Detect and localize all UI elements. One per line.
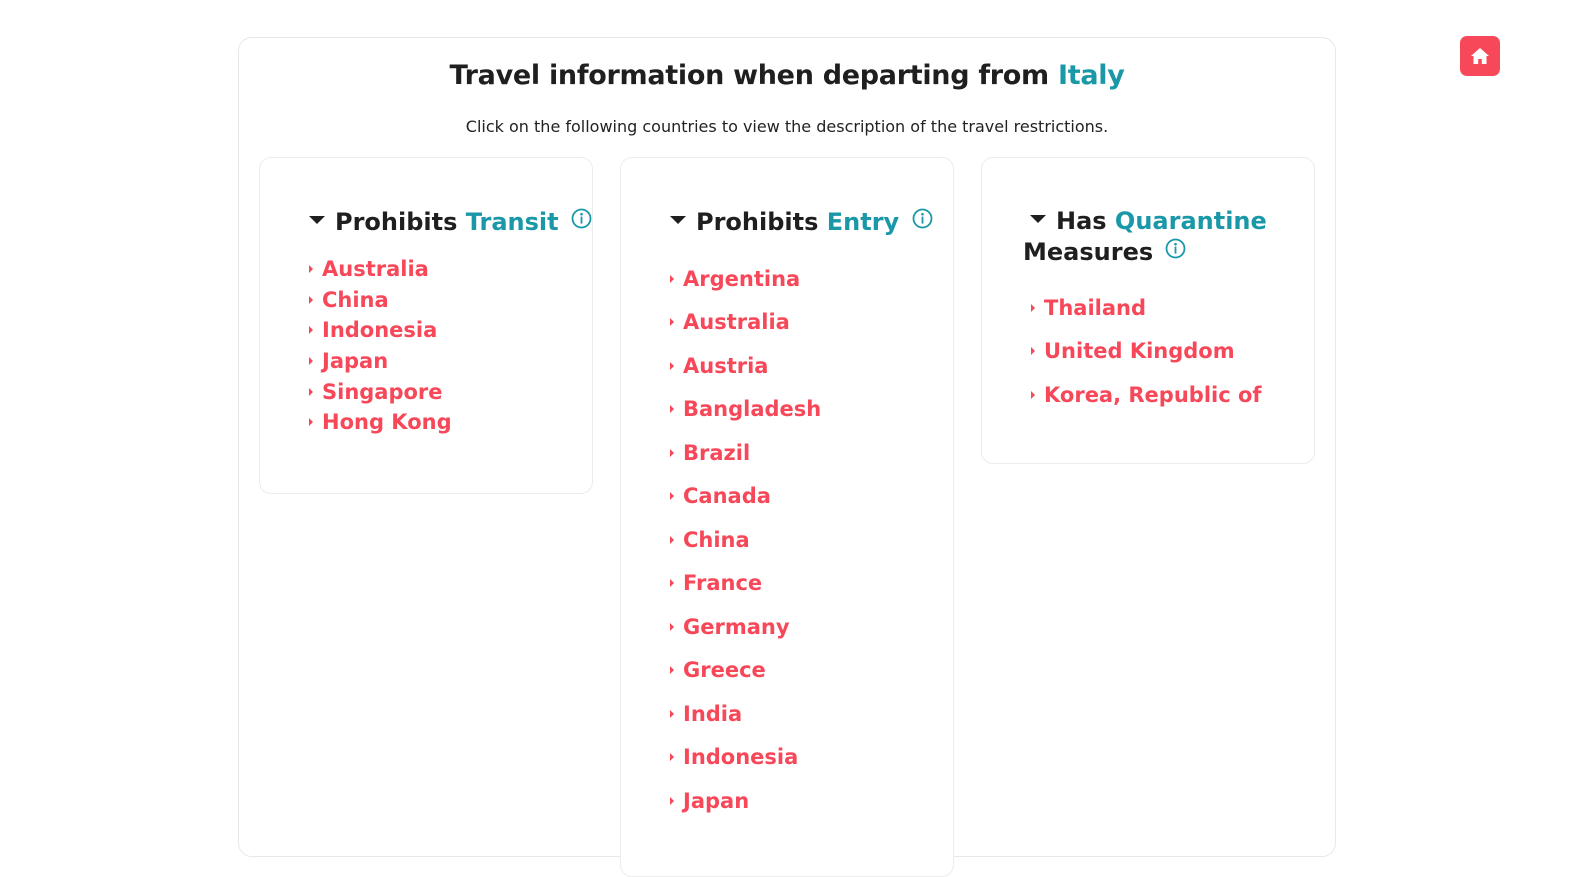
- entry-label-accent: Entry: [826, 208, 900, 236]
- home-icon: [1471, 48, 1489, 64]
- country-link[interactable]: China: [670, 518, 821, 562]
- country-name: Japan: [322, 349, 389, 374]
- country-name: Bangladesh: [683, 397, 822, 422]
- country-name: Brazil: [683, 440, 751, 465]
- country-link[interactable]: Greece: [670, 649, 821, 693]
- caret-right-icon: [670, 579, 674, 588]
- caret-right-icon: [309, 295, 313, 304]
- country-link[interactable]: Canada: [670, 475, 821, 519]
- country-link[interactable]: Austria: [670, 344, 821, 388]
- info-icon[interactable]: [1165, 236, 1186, 267]
- quarantine-label-prefix: Has: [1056, 207, 1115, 235]
- caret-right-icon: [670, 796, 674, 805]
- country-name: China: [322, 287, 389, 312]
- page-title-prefix: Travel information when departing from: [449, 60, 1058, 91]
- country-name: France: [683, 571, 763, 596]
- country-link[interactable]: Japan: [670, 779, 821, 823]
- country-link[interactable]: Japan: [309, 346, 452, 377]
- transit-label-accent: Transit: [465, 208, 559, 236]
- departure-country: Italy: [1057, 60, 1125, 91]
- country-name: Australia: [683, 310, 790, 335]
- info-icon[interactable]: [912, 206, 933, 237]
- caret-right-icon: [309, 387, 313, 396]
- home-button[interactable]: [1460, 36, 1500, 76]
- country-link[interactable]: Brazil: [670, 431, 821, 475]
- country-link[interactable]: Bangladesh: [670, 388, 821, 432]
- quarantine-country-list: Thailand United Kingdom Korea, Republic of: [1031, 286, 1262, 417]
- country-name: Thailand: [1044, 295, 1146, 320]
- page-title: Travel information when departing from I…: [239, 60, 1335, 91]
- caret-down-icon: [670, 216, 686, 224]
- caret-right-icon: [670, 666, 674, 675]
- quarantine-header[interactable]: Has Quarantine Measures: [1023, 206, 1267, 269]
- caret-right-icon: [670, 622, 674, 631]
- country-name: India: [683, 701, 743, 726]
- caret-right-icon: [670, 492, 674, 501]
- country-link[interactable]: Germany: [670, 605, 821, 649]
- country-name: United Kingdom: [1044, 339, 1235, 364]
- country-link[interactable]: Australia: [670, 301, 821, 345]
- country-name: Hong Kong: [322, 410, 452, 435]
- country-link[interactable]: Australia: [309, 254, 452, 285]
- caret-right-icon: [309, 326, 313, 335]
- caret-right-icon: [309, 265, 313, 274]
- country-name: China: [683, 527, 750, 552]
- country-link[interactable]: Hong Kong: [309, 407, 452, 438]
- caret-right-icon: [670, 753, 674, 762]
- page-subtitle: Click on the following countries to view…: [465, 117, 1109, 136]
- caret-right-icon: [670, 448, 674, 457]
- country-link[interactable]: Indonesia: [670, 736, 821, 780]
- country-link[interactable]: India: [670, 692, 821, 736]
- country-link[interactable]: France: [670, 562, 821, 606]
- country-name: Singapore: [322, 379, 443, 404]
- quarantine-card: Has Quarantine Measures Thailand United K…: [981, 157, 1315, 464]
- country-name: Germany: [683, 614, 790, 639]
- entry-card: Prohibits Entry Argentina Australia Austri…: [620, 157, 954, 877]
- country-name: Canada: [683, 484, 771, 509]
- country-name: Indonesia: [683, 745, 799, 770]
- entry-header[interactable]: Prohibits Entry: [670, 207, 933, 239]
- country-link[interactable]: Korea, Republic of: [1031, 373, 1262, 417]
- quarantine-label-suffix: Measures: [1023, 238, 1154, 266]
- caret-right-icon: [1031, 303, 1035, 312]
- caret-right-icon: [670, 318, 674, 327]
- travel-info-panel: Travel information when departing from I…: [238, 37, 1336, 877]
- country-link[interactable]: Thailand: [1031, 286, 1262, 330]
- caret-right-icon: [1031, 347, 1035, 356]
- transit-card: Prohibits Transit Australia China Indonesi…: [259, 157, 593, 494]
- country-name: Korea, Republic of: [1044, 382, 1262, 407]
- country-name: Australia: [322, 257, 429, 282]
- transit-label-prefix: Prohibits: [335, 208, 466, 236]
- caret-right-icon: [670, 361, 674, 370]
- caret-right-icon: [670, 274, 674, 283]
- transit-header[interactable]: Prohibits Transit: [309, 207, 592, 239]
- caret-right-icon: [309, 357, 313, 366]
- country-name: Argentina: [683, 266, 801, 291]
- caret-right-icon: [1031, 390, 1035, 399]
- country-link[interactable]: China: [309, 285, 452, 316]
- info-icon[interactable]: [571, 206, 592, 237]
- caret-right-icon: [309, 418, 313, 427]
- quarantine-label-accent: Quarantine: [1114, 207, 1267, 235]
- caret-down-icon: [309, 216, 325, 224]
- country-name: Indonesia: [322, 318, 438, 343]
- caret-right-icon: [670, 535, 674, 544]
- entry-label-prefix: Prohibits: [696, 208, 827, 236]
- country-name: Greece: [683, 658, 766, 683]
- country-link[interactable]: Indonesia: [309, 315, 452, 346]
- entry-country-list: Argentina Australia Austria Bangladesh Brazi…: [670, 257, 821, 823]
- transit-country-list: Australia China Indonesia Japan Singapore Hon…: [309, 254, 452, 438]
- country-name: Japan: [683, 788, 750, 813]
- caret-right-icon: [670, 405, 674, 414]
- country-link[interactable]: United Kingdom: [1031, 330, 1262, 374]
- country-name: Austria: [683, 353, 769, 378]
- caret-down-icon: [1030, 215, 1046, 223]
- caret-right-icon: [670, 709, 674, 718]
- country-link[interactable]: Argentina: [670, 257, 821, 301]
- country-link[interactable]: Singapore: [309, 376, 452, 407]
